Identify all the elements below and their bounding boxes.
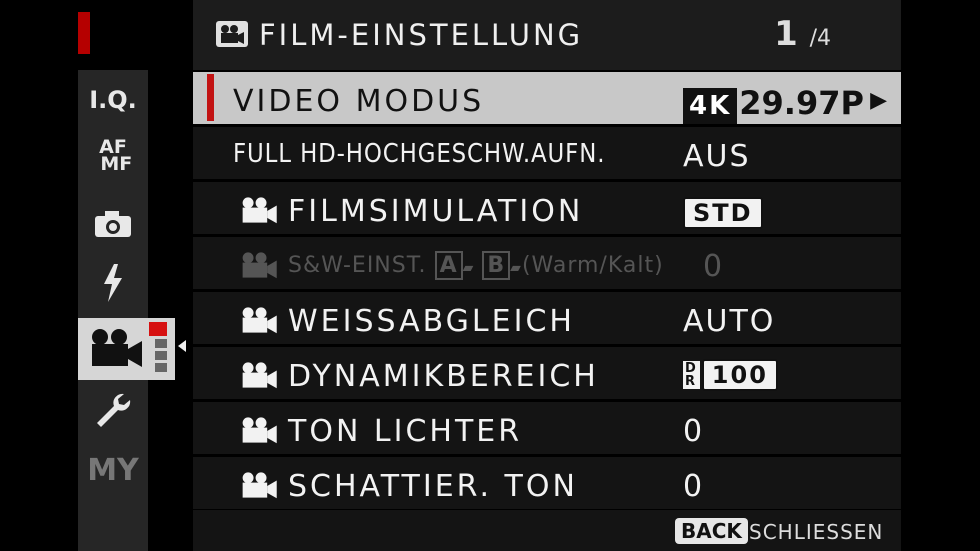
menu-item-label: WEISSABGLEICH (288, 304, 575, 339)
menu-item-label: FILMSIMULATION (288, 194, 584, 229)
back-button[interactable]: BACK (675, 518, 748, 544)
dr-value-badge: 100 (701, 359, 778, 391)
page-title: FILM-EINSTELLUNG (259, 18, 584, 52)
acros-b-icon: B (482, 251, 511, 280)
page-total: /4 (809, 26, 831, 51)
movie-camera-icon (91, 329, 142, 367)
menu-item-full-hd-high-speed[interactable]: FULL HD-HOCHGESCHW.AUFN. AUS (193, 125, 901, 179)
active-tab-pointer-icon (178, 340, 186, 352)
movie-camera-icon (242, 362, 277, 389)
menu-item-highlight-tone[interactable]: TON LICHTER 0 (193, 400, 901, 454)
flash-icon (104, 264, 122, 302)
menu-item-shadow-tone[interactable]: SCHATTIER. TON 0 (193, 455, 901, 509)
menu-item-value: AUS (683, 139, 751, 174)
selection-marker (207, 74, 214, 121)
sidebar-item-flash[interactable] (78, 255, 148, 311)
menu-item-label: VIDEO MODUS (233, 84, 485, 119)
menu-item-bw-settings: S&W-EINST. A ▰ B ▰(Warm/Kalt) 0 (193, 235, 901, 289)
menu-item-video-modus[interactable]: VIDEO MODUS 4K 29.97P ▶ (193, 70, 901, 124)
page-current: 1 (774, 14, 798, 54)
menu-item-label: DYNAMIKBEREICH (288, 359, 599, 394)
sidebar-item-iq[interactable]: I.Q. (78, 72, 148, 128)
wrench-icon (97, 393, 131, 427)
menu-item-white-balance[interactable]: WEISSABGLEICH AUTO (193, 290, 901, 344)
menu-item-value: 4K 29.97P (683, 84, 864, 124)
menu-item-value: AUTO (683, 304, 776, 339)
movie-camera-icon (242, 252, 277, 279)
menu-item-label: FULL HD-HOCHGESCHW.AUFN. (233, 139, 606, 169)
movie-settings-icon (216, 21, 248, 47)
acros-a-icon: A (434, 251, 463, 280)
af-mf-icon: AF MF (93, 136, 133, 175)
resolution-badge: 4K (683, 88, 738, 124)
movie-camera-icon (242, 307, 277, 334)
menu-item-label: TON LICHTER (288, 414, 523, 449)
sidebar-item-movie[interactable] (78, 318, 175, 380)
sidebar-item-af-mf[interactable]: AF MF (78, 128, 148, 184)
top-accent-bar (78, 12, 90, 54)
back-label: SCHLIESSEN (749, 520, 884, 544)
sidebar: I.Q. AF MF MY (78, 70, 175, 551)
menu-item-value: 0 (683, 469, 705, 504)
sidebar-item-label: MY (87, 452, 139, 488)
menu-item-label: SCHATTIER. TON (288, 469, 578, 504)
film-sim-badge: STD (683, 197, 763, 229)
sidebar-item-my-menu[interactable]: MY (78, 442, 148, 498)
submenu-page-indicator (149, 322, 167, 372)
page-indicator: 1 /4 (774, 14, 831, 54)
sidebar-item-label: I.Q. (89, 86, 137, 114)
sidebar-item-shooting[interactable] (78, 195, 148, 251)
menu-item-value: 0 (703, 249, 725, 284)
movie-camera-icon (242, 417, 277, 444)
menu-item-film-simulation[interactable]: FILMSIMULATION STD (193, 180, 901, 234)
menu-footer: BACK SCHLIESSEN (193, 510, 901, 551)
menu-item-label: S&W-EINST. A ▰ B ▰(Warm/Kalt) (288, 251, 664, 280)
menu-item-value: 0 (683, 414, 705, 449)
camera-icon (95, 211, 131, 237)
movie-camera-icon (242, 472, 277, 499)
frame-rate-value: 29.97P (739, 84, 864, 122)
settings-menu: VIDEO MODUS 4K 29.97P ▶ FULL HD-HOCHGESCH… (193, 70, 901, 510)
chevron-right-icon: ▶ (870, 88, 887, 113)
dr-icon: DR (683, 361, 700, 389)
movie-camera-icon (242, 197, 277, 224)
menu-header: FILM-EINSTELLUNG 1 /4 (193, 0, 901, 70)
menu-item-dynamic-range[interactable]: DYNAMIKBEREICH DR 100 (193, 345, 901, 399)
menu-item-value: STD (683, 194, 765, 229)
menu-item-value: DR 100 (683, 359, 780, 391)
sidebar-item-setup[interactable] (78, 382, 148, 438)
